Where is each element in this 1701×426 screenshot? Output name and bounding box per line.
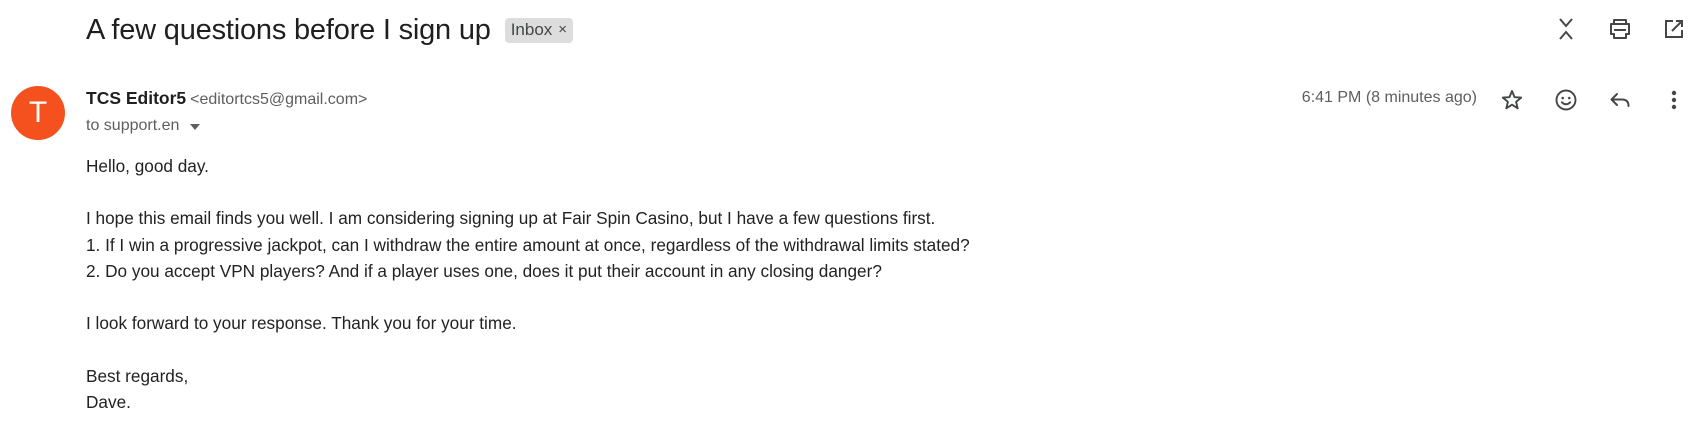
print-icon[interactable] bbox=[1593, 14, 1647, 44]
message-actions bbox=[1485, 83, 1701, 117]
sender-name[interactable]: TCS Editor5 bbox=[86, 88, 186, 109]
label-text: Inbox bbox=[510, 19, 553, 39]
open-in-new-window-icon[interactable] bbox=[1647, 14, 1701, 44]
body-line: I hope this email finds you well. I am c… bbox=[86, 208, 936, 229]
sender-line: TCS Editor5 <editortcs5@gmail.com> bbox=[86, 88, 367, 109]
recipient-line: to support.en bbox=[86, 117, 180, 134]
message-time: 6:41 PM (8 minutes ago) bbox=[1301, 89, 1477, 106]
sender-avatar[interactable]: T bbox=[11, 86, 65, 140]
chevron-down-icon bbox=[189, 118, 201, 136]
body-signature: Dave. bbox=[86, 391, 131, 412]
more-options-icon[interactable] bbox=[1647, 83, 1701, 117]
thread-toolbar bbox=[1539, 14, 1701, 44]
avatar-letter: T bbox=[28, 96, 48, 129]
star-icon[interactable] bbox=[1485, 83, 1539, 117]
inbox-label-chip[interactable]: Inbox × bbox=[504, 17, 574, 43]
subject-row: A few questions before I sign up Inbox × bbox=[86, 10, 574, 50]
recipient-details-toggle[interactable]: to support.en bbox=[86, 116, 201, 136]
message-body: Hello, good day. I hope this email finds… bbox=[86, 153, 970, 415]
remove-label-icon[interactable]: × bbox=[558, 21, 567, 38]
reply-icon[interactable] bbox=[1593, 83, 1647, 117]
sender-email: <editortcs5@gmail.com> bbox=[190, 91, 368, 108]
collapse-all-icon[interactable] bbox=[1539, 14, 1593, 44]
email-subject: A few questions before I sign up bbox=[86, 13, 491, 46]
emoji-reaction-icon[interactable] bbox=[1539, 83, 1593, 117]
body-closing: Best regards, bbox=[86, 365, 189, 386]
body-question-2: 2. Do you accept VPN players? And if a p… bbox=[86, 260, 882, 281]
body-line: I look forward to your response. Thank y… bbox=[86, 313, 517, 334]
body-greeting: Hello, good day. bbox=[86, 156, 209, 176]
body-question-1: 1. If I win a progressive jackpot, can I… bbox=[86, 234, 970, 255]
